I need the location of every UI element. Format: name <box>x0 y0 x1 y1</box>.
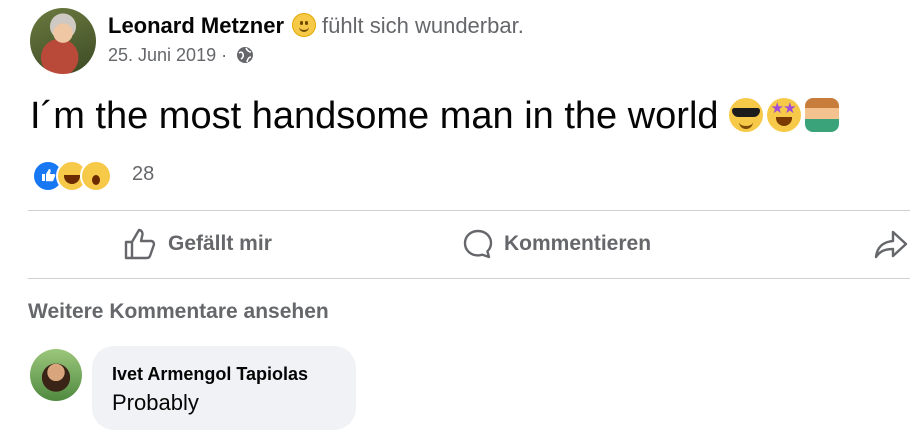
author-name[interactable]: Leonard Metzner <box>108 13 284 38</box>
view-more-comments-link[interactable]: Weitere Kommentare ansehen <box>28 300 329 324</box>
comment-author[interactable]: Ivet Armengol Tapiolas <box>112 364 308 385</box>
man-tipping-hand-emoji <box>804 98 839 132</box>
share-arrow-icon <box>874 230 908 259</box>
meta-separator: · <box>221 45 228 65</box>
reaction-count[interactable]: 28 <box>132 163 154 186</box>
comment-bubble-icon <box>463 229 493 259</box>
like-button[interactable]: Gefällt mir <box>122 226 272 262</box>
sunglasses-face-emoji <box>728 98 763 132</box>
commenter-avatar[interactable] <box>30 349 82 401</box>
post-card: Leonard Metzner fühlt sich wunderbar. 25.… <box>0 0 910 431</box>
post-date[interactable]: 25. Juni 2019 <box>108 45 216 65</box>
post-meta: 25. Juni 2019 · <box>108 45 254 69</box>
feeling-text: fühlt sich wunderbar. <box>322 13 524 38</box>
post-header: Leonard Metzner fühlt sich wunderbar. <box>108 12 524 40</box>
slightly-smiling-face-icon <box>292 13 317 37</box>
star-struck-emoji <box>766 98 801 132</box>
wow-reaction-icon <box>80 160 112 192</box>
like-button-label: Gefällt mir <box>168 232 272 255</box>
comment-text: Probably <box>112 390 199 415</box>
comment-bubble: Ivet Armengol Tapiolas Probably <box>92 346 356 430</box>
divider <box>28 278 910 279</box>
comment-button[interactable]: Kommentieren <box>462 226 651 262</box>
comment-button-label: Kommentieren <box>504 232 652 255</box>
share-button[interactable] <box>874 226 910 262</box>
post-message: I´m the most handsome man in the world <box>30 95 719 137</box>
author-avatar[interactable] <box>30 8 96 74</box>
globe-icon[interactable] <box>236 46 254 69</box>
post-text: I´m the most handsome man in the world <box>30 94 839 138</box>
divider <box>28 210 910 211</box>
thumbs-up-icon <box>124 228 156 260</box>
